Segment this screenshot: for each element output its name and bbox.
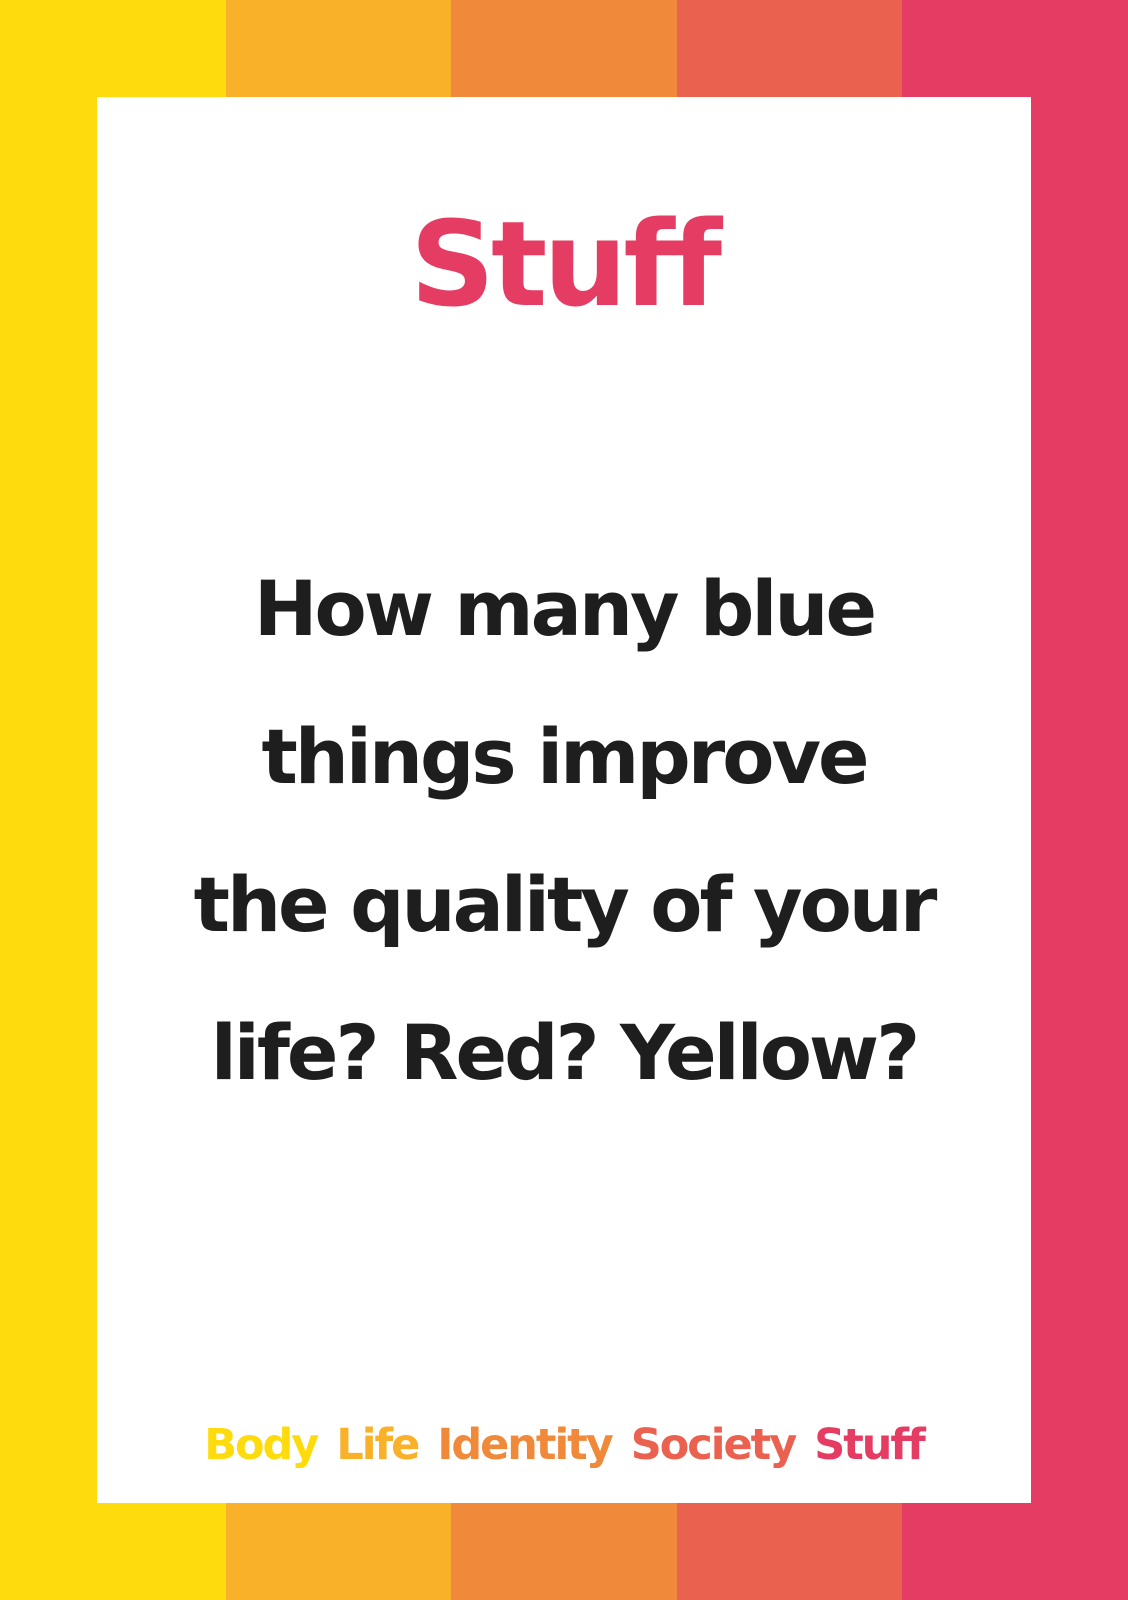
category-list: Body Life Identity Society Stuff: [97, 1424, 1031, 1467]
category-stuff: Stuff: [814, 1420, 926, 1470]
category-identity: Identity: [437, 1420, 613, 1470]
category-society: Society: [630, 1420, 797, 1470]
category-life: Life: [336, 1420, 420, 1470]
question-text: How many blue things improve the quality…: [137, 535, 991, 1127]
question-line: things improve: [261, 712, 869, 801]
question-line: life? Red? Yellow?: [210, 1008, 920, 1097]
question-card: Stuff How many blue things improve the q…: [97, 97, 1031, 1503]
question-line: the quality of your: [193, 860, 938, 949]
question-line: How many blue: [253, 564, 877, 653]
category-body: Body: [204, 1420, 319, 1470]
card-title: Stuff: [409, 195, 722, 333]
